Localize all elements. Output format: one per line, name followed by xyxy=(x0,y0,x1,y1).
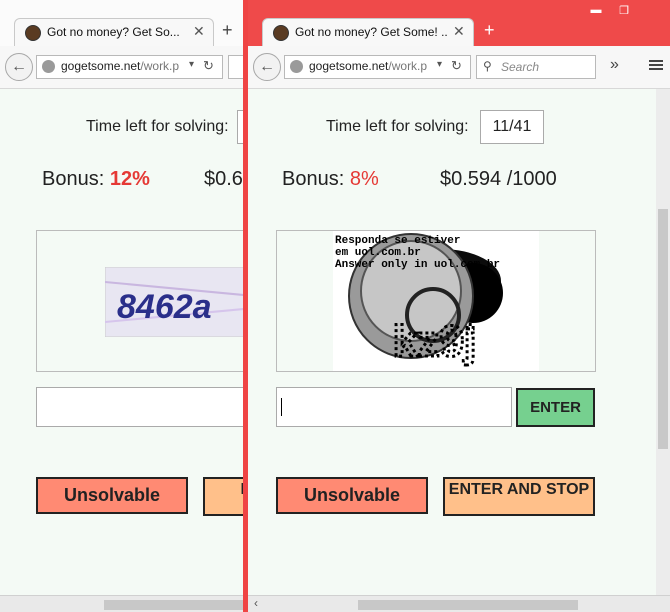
left-tab-title: Got no money? Get So... xyxy=(47,25,180,39)
left-page-content: Time left for solving: Bonus: 12% $0.6 8… xyxy=(0,89,243,595)
left-nav-bar: ← gogetsome.net/work.p ▾ ↻ xyxy=(0,46,243,89)
reload-icon[interactable]: ↻ xyxy=(451,58,462,74)
overflow-icon[interactable]: » xyxy=(610,56,619,74)
globe-icon xyxy=(290,60,303,73)
captcha-glyphs: kz9j xyxy=(393,317,476,366)
left-tab[interactable]: Got no money? Get So... ✕ xyxy=(14,18,214,47)
minimize-icon[interactable]: ▬ xyxy=(584,4,608,18)
left-answer-input[interactable] xyxy=(36,387,243,427)
url-path: /work.p xyxy=(388,59,428,73)
captcha-line-1: Responda se estiver xyxy=(335,235,460,247)
left-enter-and-stop-button[interactable]: EI xyxy=(203,477,243,516)
captcha-line-3: Answer only in uol.com.br xyxy=(335,259,500,271)
captcha-image: Responda se estiver em uol.com.br Answer… xyxy=(333,231,539,371)
timer-label: Time left for solving: xyxy=(86,118,229,135)
url-dropdown-icon[interactable]: ▾ xyxy=(437,59,442,70)
timer-value: 11/41 xyxy=(480,110,544,144)
left-unsolvable-button[interactable]: Unsolvable xyxy=(36,477,188,514)
right-browser-window: Got no money? Get Some! ... ✕ + ▬ ❐ ← go… xyxy=(248,0,670,612)
url-domain: gogetsome.net xyxy=(61,59,141,73)
reload-icon[interactable]: ↻ xyxy=(203,58,214,74)
right-nav-bar: ← gogetsome.net/work.p ▾ ↻ ⚲ Search » xyxy=(248,46,670,89)
answer-input[interactable] xyxy=(276,387,512,427)
bonus-value: 12% xyxy=(109,168,150,190)
vertical-scroll-thumb[interactable] xyxy=(658,209,668,449)
right-url-bar[interactable]: gogetsome.net/work.p ▾ ↻ xyxy=(284,55,471,79)
captcha-frame: 8462a xyxy=(36,230,243,372)
rate-display: $0.6 xyxy=(204,168,243,190)
tab-close-icon[interactable]: ✕ xyxy=(453,23,465,40)
right-scroll-thumb[interactable] xyxy=(358,600,578,610)
new-tab-button[interactable]: + xyxy=(484,20,495,41)
left-scroll-thumb[interactable] xyxy=(104,600,243,610)
left-title-bar: Got no money? Get So... ✕ + xyxy=(0,0,243,47)
bonus-display: Bonus: 12% xyxy=(42,168,150,191)
maximize-icon[interactable]: ❐ xyxy=(612,4,636,18)
url-domain: gogetsome.net xyxy=(309,59,389,73)
captcha-text: 8462a xyxy=(117,288,212,326)
right-page-content: Time left for solving: 11/41 Bonus: 8% $… xyxy=(248,89,670,595)
site-favicon-icon xyxy=(25,25,41,41)
vertical-scrollbar[interactable] xyxy=(656,89,670,595)
left-horizontal-scrollbar[interactable] xyxy=(0,595,243,612)
bonus-value: 8% xyxy=(349,168,379,190)
captcha-image: 8462a xyxy=(105,267,243,337)
enter-button[interactable]: ENTER xyxy=(516,388,595,427)
bonus-label: Bonus: xyxy=(42,168,105,190)
left-browser-window: Got no money? Get So... ✕ + ← gogetsome.… xyxy=(0,0,243,612)
search-placeholder: Search xyxy=(501,60,540,74)
right-tab[interactable]: Got no money? Get Some! ... ✕ xyxy=(262,18,474,47)
captcha-line-2: em uol.com.br xyxy=(335,247,421,259)
text-caret xyxy=(281,398,282,416)
scroll-left-icon[interactable]: ‹ xyxy=(254,596,258,610)
right-horizontal-scrollbar[interactable]: ‹ xyxy=(248,595,670,612)
left-url-bar[interactable]: gogetsome.net/work.p ▾ ↻ xyxy=(36,55,223,79)
globe-icon xyxy=(42,60,55,73)
tab-close-icon[interactable]: ✕ xyxy=(193,23,205,40)
rate-display: $0.594 /1000 xyxy=(440,168,557,190)
site-favicon-icon xyxy=(273,25,289,41)
hamburger-menu-icon[interactable] xyxy=(649,58,663,72)
search-box[interactable]: ⚲ Search xyxy=(476,55,596,79)
unsolvable-button[interactable]: Unsolvable xyxy=(276,477,428,514)
url-path: /work.p xyxy=(140,59,180,73)
bonus-display: Bonus: 8% xyxy=(282,168,379,191)
left-search-box[interactable] xyxy=(228,55,243,79)
right-title-bar: Got no money? Get Some! ... ✕ + ▬ ❐ xyxy=(248,0,670,47)
back-button[interactable]: ← xyxy=(5,53,33,81)
new-tab-button[interactable]: + xyxy=(222,20,233,41)
url-dropdown-icon[interactable]: ▾ xyxy=(189,59,194,70)
captcha-frame: Responda se estiver em uol.com.br Answer… xyxy=(276,230,596,372)
right-tab-title: Got no money? Get Some! ... xyxy=(295,25,447,39)
search-icon: ⚲ xyxy=(483,59,492,73)
bonus-label: Bonus: xyxy=(282,168,345,190)
timer-label: Time left for solving: xyxy=(326,118,469,135)
back-button[interactable]: ← xyxy=(253,53,281,81)
enter-and-stop-button[interactable]: ENTER AND STOP xyxy=(443,477,595,516)
